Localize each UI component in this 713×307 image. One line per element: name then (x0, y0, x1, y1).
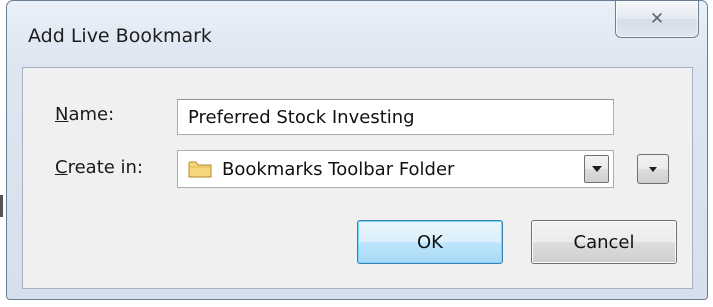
dialog-title: Add Live Bookmark (28, 25, 212, 47)
close-icon: ✕ (649, 8, 665, 29)
background-edge (0, 195, 3, 217)
create-in-selected-value: Bookmarks Toolbar Folder (222, 159, 455, 180)
title-bar[interactable]: Add Live Bookmark ✕ (7, 1, 707, 71)
create-in-label: Create in: (55, 157, 143, 178)
ok-button[interactable]: OK (357, 220, 503, 264)
name-label: Name: (55, 104, 114, 125)
dialog-body: Name: Create in: Bookmarks Toolbar Folde… (22, 67, 693, 289)
create-in-dropdown[interactable]: Bookmarks Toolbar Folder (177, 150, 614, 188)
expand-folder-tree-button[interactable] (637, 154, 669, 184)
dropdown-arrow-button[interactable] (584, 155, 609, 183)
cancel-button[interactable]: Cancel (531, 220, 677, 264)
close-button[interactable]: ✕ (615, 1, 699, 38)
create-in-label-text: reate in: (67, 157, 144, 178)
name-label-mnemonic: N (55, 104, 69, 125)
name-input[interactable] (177, 99, 614, 135)
name-label-text: ame: (68, 104, 115, 125)
create-in-label-mnemonic: C (55, 157, 68, 178)
chevron-down-icon (591, 166, 602, 172)
folder-icon (188, 161, 212, 178)
add-live-bookmark-dialog: Add Live Bookmark ✕ Name: Create in: Boo… (6, 0, 708, 300)
chevron-down-icon (649, 166, 657, 172)
